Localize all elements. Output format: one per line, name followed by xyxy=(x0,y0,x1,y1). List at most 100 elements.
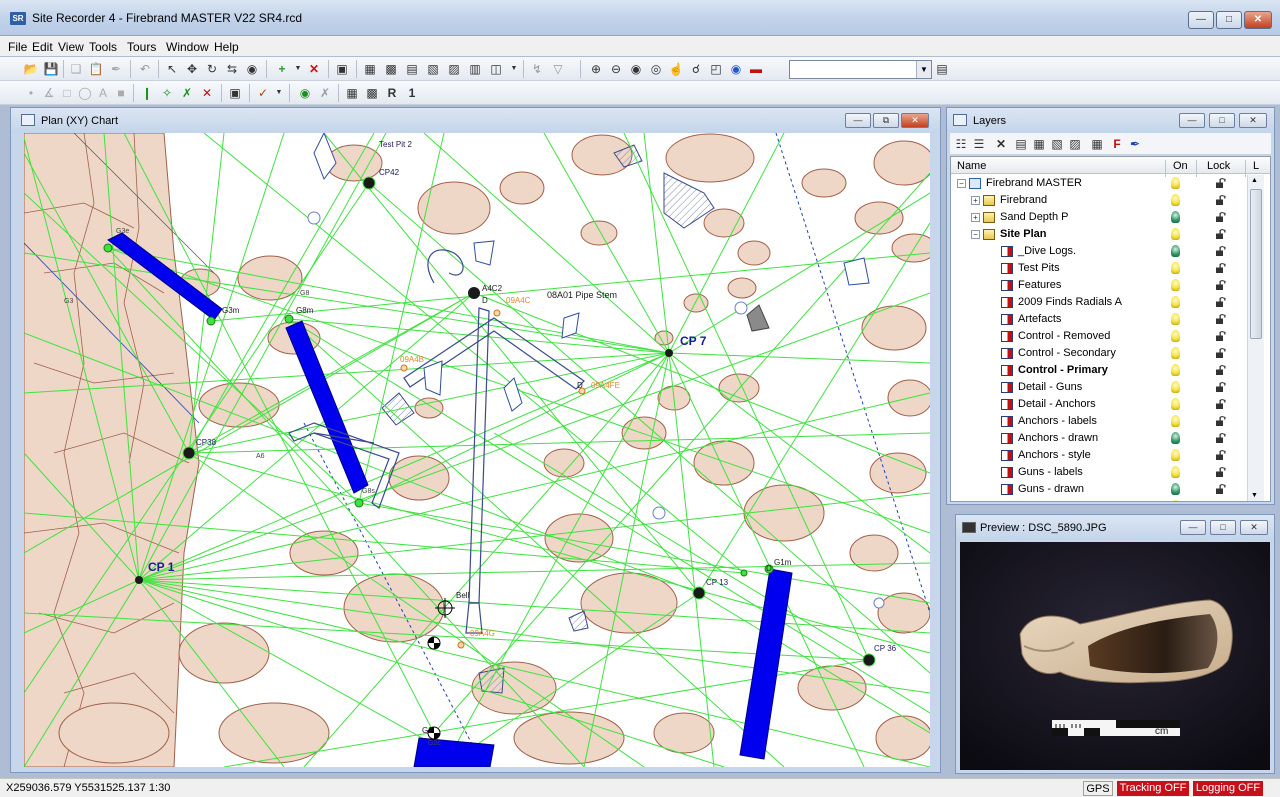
scroll-up-icon[interactable]: ▲ xyxy=(1251,177,1258,184)
view6-icon[interactable]: ▥ xyxy=(466,60,484,78)
cut-line-icon[interactable]: ✕ xyxy=(198,84,216,102)
unlock-icon[interactable] xyxy=(1216,416,1226,426)
unlock-icon[interactable] xyxy=(1216,246,1226,256)
layer-row[interactable]: 2009 Finds Radials A xyxy=(951,294,1251,311)
layer-new-icon[interactable]: ▤ xyxy=(1012,135,1030,153)
layout-dropdown-icon[interactable]: ▼ xyxy=(505,60,523,78)
close-button[interactable]: ✕ xyxy=(1244,11,1272,29)
fill-icon[interactable]: ■ xyxy=(112,84,130,102)
delete-icon[interactable]: ✕ xyxy=(305,60,323,78)
paste-icon[interactable]: 📋 xyxy=(87,60,105,78)
bulb-on-icon[interactable] xyxy=(1171,381,1180,393)
menu-view[interactable]: View xyxy=(58,40,84,54)
site-plan-drawing[interactable]: CP 1 CP 7 CP38 CP42 CP 13 CP 36 Test Pit… xyxy=(24,133,930,767)
polyline-icon[interactable]: ∡ xyxy=(40,84,58,102)
preview-restore-button[interactable]: □ xyxy=(1210,520,1236,535)
bulb-on-icon[interactable] xyxy=(1171,296,1180,308)
layer-row[interactable]: − Site Plan xyxy=(951,226,1251,243)
collapse-icon[interactable]: − xyxy=(957,179,966,188)
bulb-on-icon[interactable] xyxy=(1171,313,1180,325)
layer-table-icon[interactable]: ▦ xyxy=(1088,135,1106,153)
window-layout-icon[interactable]: ◫ xyxy=(487,60,505,78)
view2-icon[interactable]: ▩ xyxy=(382,60,400,78)
status-tracking[interactable]: Tracking OFF xyxy=(1117,781,1189,796)
view3-icon[interactable]: ▤ xyxy=(403,60,421,78)
layer-row[interactable]: _Dive Logs. xyxy=(951,243,1251,260)
view5-icon[interactable]: ▨ xyxy=(445,60,463,78)
save-icon[interactable]: 💾 xyxy=(42,60,60,78)
unlock-icon[interactable] xyxy=(1216,484,1226,494)
minimize-button[interactable]: — xyxy=(1188,11,1214,29)
unlock-icon[interactable] xyxy=(1216,195,1226,205)
unlock-icon[interactable] xyxy=(1216,348,1226,358)
unlock-icon[interactable] xyxy=(1216,399,1226,409)
zoom-pan-icon[interactable]: ☝ xyxy=(667,60,685,78)
bulb-on-icon[interactable] xyxy=(1171,466,1180,478)
apply-scale-icon[interactable]: ▤ xyxy=(933,60,951,78)
bulb-on-icon[interactable] xyxy=(1171,364,1180,376)
layer-row[interactable]: + Sand Depth P xyxy=(951,209,1251,226)
chart-restore-button[interactable]: ⧉ xyxy=(873,113,899,128)
pan-icon[interactable]: ✥ xyxy=(183,60,201,78)
layer-move-icon[interactable]: ▧ xyxy=(1048,135,1066,153)
pointer-icon[interactable]: ↖ xyxy=(163,60,181,78)
chevron-down-icon[interactable]: ▼ xyxy=(916,61,931,78)
brush-icon[interactable]: ✒ xyxy=(107,60,125,78)
layers-restore-button[interactable]: □ xyxy=(1209,113,1235,128)
menu-tours[interactable]: Tours xyxy=(127,40,156,54)
bulb-on-icon[interactable] xyxy=(1171,500,1180,501)
open-icon[interactable]: 📂 xyxy=(22,60,40,78)
unlock-icon[interactable] xyxy=(1216,382,1226,392)
layer-row[interactable]: − Firebrand MASTER xyxy=(951,175,1251,192)
zoom-out-icon[interactable]: ⊖ xyxy=(607,60,625,78)
layer-row[interactable]: Control - Secondary xyxy=(951,345,1251,362)
layer-row[interactable]: Control - Primary xyxy=(951,362,1251,379)
bulb-on-icon[interactable] xyxy=(1171,228,1180,240)
layer-row[interactable]: Guns - drawn xyxy=(951,481,1251,498)
layer-row[interactable]: Anchors - drawn xyxy=(951,430,1251,447)
menu-tools[interactable]: Tools xyxy=(89,40,117,54)
bulb-off-icon[interactable] xyxy=(1171,432,1180,444)
unlock-icon[interactable] xyxy=(1216,263,1226,273)
circle-icon[interactable]: ◯ xyxy=(76,84,94,102)
layers-close-button[interactable]: ✕ xyxy=(1239,113,1267,128)
unlock-icon[interactable] xyxy=(1216,467,1226,477)
layer-collapse-icon[interactable]: ☰ xyxy=(970,135,988,153)
node-delete-icon[interactable]: ✗ xyxy=(178,84,196,102)
zoom-extents-icon[interactable]: ◎ xyxy=(647,60,665,78)
layer-copy-icon[interactable]: ▦ xyxy=(1030,135,1048,153)
unlock-icon[interactable] xyxy=(1216,280,1226,290)
view1-icon[interactable]: ▦ xyxy=(361,60,379,78)
layer-row[interactable]: Control - Removed xyxy=(951,328,1251,345)
menu-help[interactable]: Help xyxy=(214,40,239,54)
preview-minimize-button[interactable]: — xyxy=(1180,520,1206,535)
layer-row[interactable]: Artefacts xyxy=(951,311,1251,328)
rotate-icon[interactable]: ↻ xyxy=(203,60,221,78)
zoom-in-icon[interactable]: ⊕ xyxy=(587,60,605,78)
column-name[interactable]: Name xyxy=(957,160,986,172)
layer-expand-icon[interactable]: ☷ xyxy=(952,135,970,153)
layer-row[interactable]: Test Pits xyxy=(951,260,1251,277)
globe-icon[interactable]: ◉ xyxy=(727,60,745,78)
bulb-on-icon[interactable] xyxy=(1171,330,1180,342)
bulb-off-icon[interactable] xyxy=(1171,483,1180,495)
snap-dropdown-icon[interactable]: ▼ xyxy=(270,84,288,102)
scale-bar-icon[interactable]: ▬ xyxy=(747,60,765,78)
node-add-icon[interactable]: ❙ xyxy=(138,84,156,102)
filter-icon[interactable]: ▽ xyxy=(549,60,567,78)
layer-row[interactable]: Anchors - style xyxy=(951,447,1251,464)
scroll-down-icon[interactable]: ▼ xyxy=(1251,492,1258,499)
unlock-icon[interactable] xyxy=(1216,212,1226,222)
bulb-off-icon[interactable] xyxy=(1171,245,1180,257)
bulb-on-icon[interactable] xyxy=(1171,347,1180,359)
layers-scrollbar[interactable]: ▲ ▼ xyxy=(1247,175,1264,501)
column-on[interactable]: On xyxy=(1173,160,1188,172)
frame-icon[interactable]: ▣ xyxy=(226,84,244,102)
rectangle-icon[interactable]: □ xyxy=(58,84,76,102)
unlock-icon[interactable] xyxy=(1216,450,1226,460)
bulb-off-icon[interactable] xyxy=(1171,211,1180,223)
zoom-window-icon[interactable]: ◉ xyxy=(627,60,645,78)
column-l[interactable]: L xyxy=(1253,160,1259,172)
menu-file[interactable]: File xyxy=(8,40,27,54)
copy-icon[interactable]: ❏ xyxy=(67,60,85,78)
